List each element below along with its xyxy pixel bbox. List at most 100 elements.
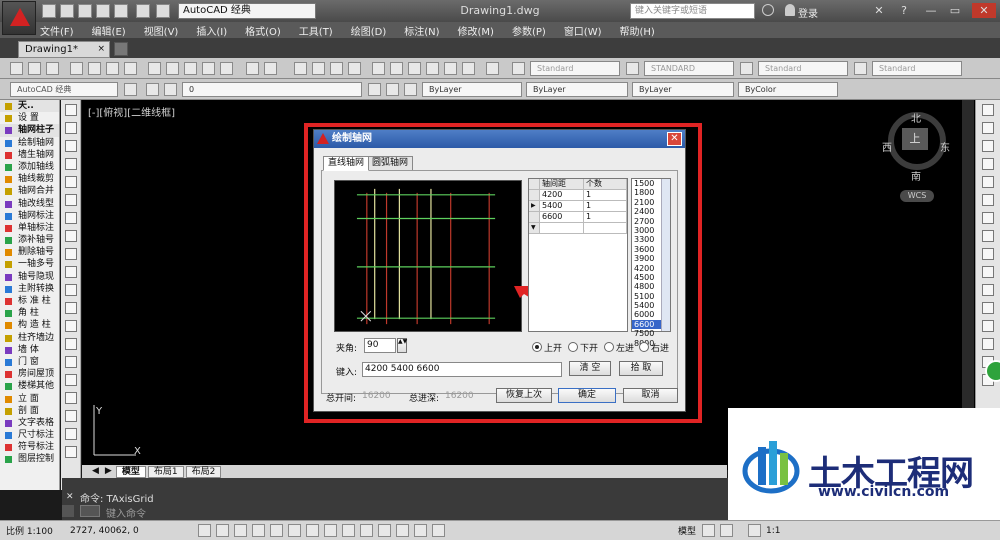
layer-manager-icon[interactable] — [146, 82, 159, 96]
open-icon[interactable] — [60, 4, 74, 18]
panel-item[interactable]: 轴线裁剪 — [0, 173, 59, 185]
dialog-titlebar[interactable]: 绘制轴网 ✕ — [314, 130, 685, 148]
open-icon[interactable] — [28, 61, 41, 75]
autocad-logo-icon[interactable] — [2, 1, 36, 35]
move-icon[interactable] — [982, 194, 994, 206]
table-style-icon[interactable] — [740, 61, 753, 75]
quick-properties-icon[interactable] — [414, 524, 427, 537]
document-tab[interactable]: Drawing1* × — [18, 41, 110, 58]
panel-item[interactable]: 主附转换 — [0, 283, 59, 295]
infer-constraints-icon[interactable] — [198, 524, 211, 537]
menu-modify[interactable]: 修改(M) — [458, 23, 494, 38]
new-icon[interactable] — [10, 61, 23, 75]
help-icon[interactable]: ? — [895, 3, 913, 18]
angle-input[interactable]: 90 — [364, 338, 396, 353]
block-icon[interactable] — [220, 61, 233, 75]
radio-lower-open[interactable]: 下开 — [568, 341, 598, 354]
viewport-controls[interactable]: [-][俯视][二维线框] — [88, 104, 175, 119]
tab-layout2[interactable]: 布局2 — [185, 465, 222, 478]
erase-icon[interactable] — [982, 104, 994, 116]
panel-item[interactable]: 文字表格 — [0, 417, 59, 429]
multileader-style-icon[interactable] — [854, 61, 867, 75]
viewcube-east[interactable]: 东 — [940, 139, 950, 154]
panel-item[interactable]: 轴号隐现 — [0, 271, 59, 283]
dyn-icon[interactable] — [360, 524, 373, 537]
copy-icon[interactable] — [166, 61, 179, 75]
tab-straight-grid[interactable]: 直线轴网 — [323, 156, 370, 171]
panel-item[interactable]: 符号标注 — [0, 441, 59, 453]
table-cell-spacing[interactable]: 5400 — [540, 201, 584, 212]
workspace-settings-icon[interactable] — [124, 82, 137, 96]
spacing-input[interactable]: 4200 5400 6600 — [362, 362, 562, 377]
pan-icon[interactable] — [294, 61, 307, 75]
spacing-values-list[interactable]: 1500 1800 2100 2400 2700 3000 3300 3600 3900 4200… — [631, 178, 671, 348]
workspace-select[interactable]: AutoCAD 经典 — [178, 3, 316, 19]
panel-item[interactable]: 图层控制 — [0, 453, 59, 465]
table-row-marker[interactable] — [529, 190, 540, 201]
values-scrollbar[interactable] — [661, 179, 670, 331]
scale-readout[interactable]: 比例 1:100 — [6, 524, 66, 537]
panel-item[interactable]: 楼梯其他 — [0, 380, 59, 392]
menu-parametric[interactable]: 参数(P) — [512, 23, 546, 38]
panel-item[interactable]: 绘制轴网 — [0, 137, 59, 149]
table-cell-count[interactable]: 1 — [584, 212, 627, 223]
lineweight-select[interactable]: ByLayer — [632, 81, 734, 97]
command-input[interactable]: 键入命令 — [106, 505, 146, 520]
maximize-button[interactable]: ▭ — [946, 3, 964, 18]
trim-icon[interactable] — [982, 266, 994, 278]
clear-button[interactable]: 清 空 — [569, 361, 611, 376]
table-cell-spacing[interactable] — [540, 223, 584, 234]
undo-icon[interactable] — [246, 61, 259, 75]
ducs-icon[interactable] — [342, 524, 355, 537]
arc-icon[interactable] — [64, 194, 77, 206]
polygon-icon[interactable] — [64, 158, 77, 170]
panel-item[interactable]: 柱齐墙边 — [0, 332, 59, 344]
angle-spinner[interactable]: ▲▼ — [397, 338, 407, 353]
new-tab-icon[interactable] — [114, 42, 128, 56]
panel-item[interactable]: 角 柱 — [0, 307, 59, 319]
zoom-window-icon[interactable] — [330, 61, 343, 75]
table-row-marker[interactable] — [529, 212, 540, 223]
annotation-scale-icon[interactable] — [748, 524, 762, 537]
menu-window[interactable]: 窗口(W) — [564, 23, 602, 38]
circle-icon[interactable] — [64, 212, 77, 224]
table-icon[interactable] — [64, 410, 77, 422]
break-icon[interactable] — [982, 320, 994, 332]
zoom-icon[interactable] — [312, 61, 325, 75]
rotate-icon[interactable] — [982, 212, 994, 224]
stretch-icon[interactable] — [982, 248, 994, 260]
linetype-select[interactable]: ByLayer — [526, 81, 628, 97]
tab-model[interactable]: 模型 — [115, 465, 146, 478]
construction-line-icon[interactable] — [64, 122, 77, 134]
panel-item[interactable]: 轴网柱子 — [0, 124, 59, 137]
model-space-button[interactable]: 模型 — [678, 524, 696, 537]
menu-edit[interactable]: 编辑(E) — [92, 23, 126, 38]
menu-insert[interactable]: 插入(I) — [196, 23, 227, 38]
tool-palette-icon[interactable] — [408, 61, 421, 75]
menu-tools[interactable]: 工具(T) — [299, 23, 333, 38]
copy-object-icon[interactable] — [982, 122, 994, 134]
publish-icon[interactable] — [106, 61, 119, 75]
point-icon[interactable] — [64, 338, 77, 350]
color-select[interactable]: ByLayer — [422, 81, 522, 97]
panel-item[interactable]: 轴改线型 — [0, 198, 59, 210]
panel-item[interactable]: 立 面 — [0, 393, 59, 405]
help-icon[interactable] — [486, 61, 499, 75]
save-icon[interactable] — [78, 4, 92, 18]
table-style-select[interactable]: Standard — [758, 60, 848, 76]
panel-item[interactable]: 添加轴线 — [0, 161, 59, 173]
radio-left-depth[interactable]: 左进 — [604, 341, 634, 354]
paste-icon[interactable] — [184, 61, 197, 75]
spline-icon[interactable] — [64, 248, 77, 260]
tab-layout1[interactable]: 布局1 — [147, 465, 184, 478]
menu-file[interactable]: 文件(F) — [40, 23, 74, 38]
polyline-icon[interactable] — [64, 140, 77, 152]
panel-item[interactable]: 房间屋顶 — [0, 368, 59, 380]
transparency-icon[interactable] — [396, 524, 409, 537]
menu-draw[interactable]: 绘图(D) — [351, 23, 387, 38]
line-icon[interactable] — [64, 104, 77, 116]
ortho-icon[interactable] — [252, 524, 265, 537]
make-current-icon[interactable] — [368, 82, 381, 96]
tab-arc-grid[interactable]: 圆弧轴网 — [367, 156, 414, 171]
osnap-icon[interactable] — [288, 524, 301, 537]
